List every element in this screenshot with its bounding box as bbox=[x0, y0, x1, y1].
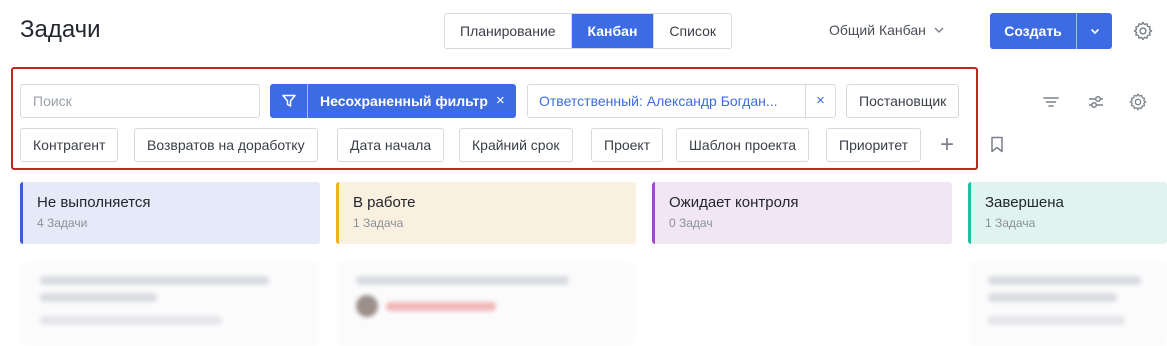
saved-filter-label: Несохраненный фильтр bbox=[320, 93, 488, 109]
saved-filter-button[interactable]: Несохраненный фильтр × bbox=[270, 84, 516, 118]
filter-chip-counterparty[interactable]: Контрагент bbox=[20, 128, 119, 162]
column-title: В работе bbox=[353, 194, 416, 211]
funnel-icon bbox=[270, 84, 308, 118]
chevron-down-icon bbox=[1090, 28, 1099, 35]
create-button-group: Создать bbox=[990, 13, 1112, 49]
filter-chip-project-template[interactable]: Шаблон проекта bbox=[676, 128, 810, 162]
create-dropdown-button[interactable] bbox=[1077, 13, 1112, 49]
clear-filter-icon[interactable]: × bbox=[496, 84, 505, 118]
filter-chip-priority[interactable]: Приоритет bbox=[826, 128, 922, 162]
add-filter-icon[interactable]: + bbox=[940, 133, 954, 157]
column-title: Завершена bbox=[985, 194, 1064, 211]
kanban-column-in-progress[interactable]: В работе 1 Задача bbox=[336, 182, 636, 244]
view-tab-kanban[interactable]: Канбан bbox=[571, 14, 655, 48]
sort-icon[interactable] bbox=[1041, 92, 1061, 112]
column-task-count: 1 Задача bbox=[985, 216, 1036, 230]
task-card[interactable] bbox=[970, 262, 1167, 346]
view-settings-gear-icon[interactable] bbox=[1128, 92, 1148, 112]
kanban-column-awaiting-review[interactable]: Ожидает контроля 0 Задач bbox=[652, 182, 952, 244]
task-card[interactable] bbox=[338, 262, 634, 346]
view-switcher: Планирование Канбан Список bbox=[444, 13, 732, 49]
filter-chip-creator[interactable]: Постановщик bbox=[846, 84, 960, 118]
column-title: Не выполняется bbox=[37, 194, 151, 211]
kanban-column-completed[interactable]: Завершена 1 Задача bbox=[968, 182, 1167, 244]
settings-gear-icon[interactable] bbox=[1132, 20, 1154, 42]
filter-chip-returns[interactable]: Возвратов на доработку bbox=[134, 128, 318, 162]
task-card[interactable] bbox=[22, 262, 318, 346]
filter-chip-project[interactable]: Проект bbox=[591, 128, 664, 162]
create-button[interactable]: Создать bbox=[990, 13, 1077, 49]
column-task-count: 0 Задач bbox=[669, 216, 713, 230]
column-task-count: 4 Задачи bbox=[37, 216, 88, 230]
filter-chip-start-date[interactable]: Дата начала bbox=[337, 128, 445, 162]
sliders-icon[interactable] bbox=[1086, 92, 1106, 112]
chevron-down-icon bbox=[934, 27, 944, 33]
kanban-column-not-started[interactable]: Не выполняется 4 Задачи bbox=[20, 182, 320, 244]
filter-chip-deadline[interactable]: Крайний срок bbox=[459, 128, 573, 162]
column-task-count: 1 Задача bbox=[353, 216, 404, 230]
board-selector-label: Общий Канбан bbox=[829, 22, 926, 38]
board-selector[interactable]: Общий Канбан bbox=[829, 22, 944, 38]
view-tab-planning[interactable]: Планирование bbox=[445, 14, 572, 48]
assignee-filter-chip[interactable]: Ответственный: Александр Богдан... × bbox=[527, 84, 836, 118]
bookmark-icon[interactable] bbox=[990, 136, 1004, 153]
column-title: Ожидает контроля bbox=[669, 194, 799, 211]
assignee-filter-label: Ответственный: Александр Богдан... bbox=[528, 85, 806, 117]
search-input[interactable] bbox=[20, 84, 260, 118]
remove-assignee-filter-icon[interactable]: × bbox=[806, 85, 835, 117]
page-title: Задачи bbox=[20, 16, 101, 43]
view-tab-list[interactable]: Список bbox=[654, 14, 731, 48]
